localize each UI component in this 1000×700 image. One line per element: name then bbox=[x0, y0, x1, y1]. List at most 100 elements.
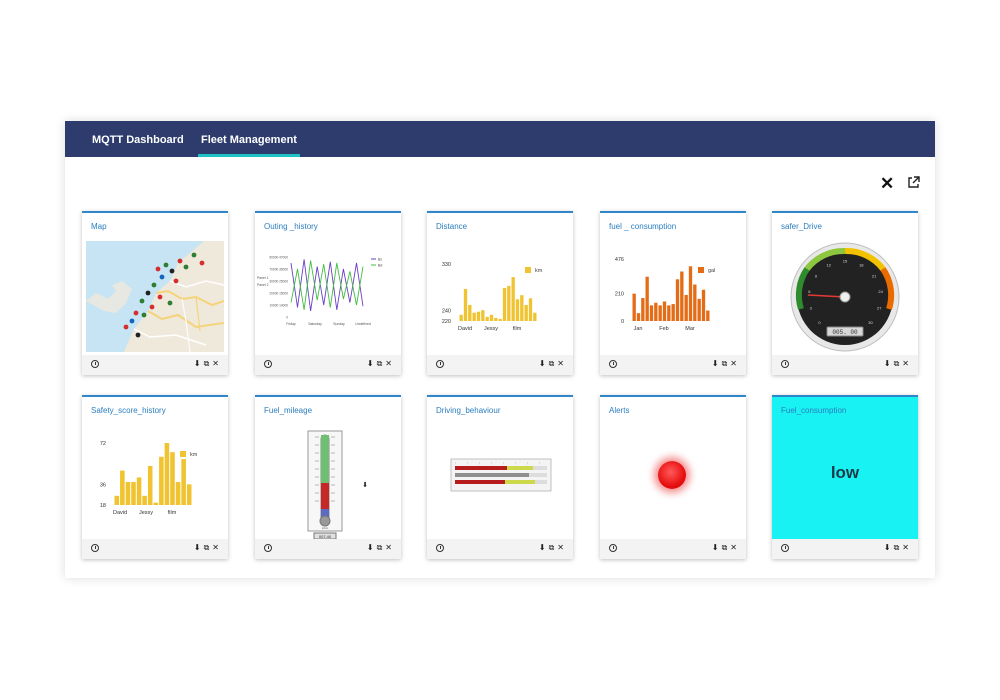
widget-actions[interactable]: ⬇⧉✕ bbox=[712, 543, 740, 553]
bar bbox=[671, 304, 675, 321]
widget-actions[interactable]: ⬇⧉✕ bbox=[194, 359, 222, 369]
close-icon[interactable]: ✕ bbox=[385, 359, 395, 368]
widget-distance: Distance km 330 240 220 David Jessy film ⬇⧉✕ bbox=[427, 211, 573, 375]
download-icon[interactable]: ⬇ bbox=[367, 359, 377, 368]
bar bbox=[181, 459, 186, 505]
clock-icon[interactable] bbox=[91, 544, 99, 552]
x-tick-label: David bbox=[113, 510, 127, 516]
bar bbox=[159, 456, 164, 505]
widget-actions[interactable]: ⬇⧉✕ bbox=[712, 359, 740, 369]
widget-actions[interactable]: ⬇⧉✕ bbox=[539, 359, 567, 369]
tab-mqtt-dashboard[interactable]: MQTT Dashboard bbox=[92, 121, 184, 157]
download-icon[interactable]: ⬇ bbox=[194, 359, 204, 368]
bar bbox=[667, 305, 671, 321]
bar bbox=[632, 293, 636, 321]
close-icon[interactable]: ✕ bbox=[902, 543, 912, 552]
bar bbox=[120, 470, 125, 505]
clock-icon[interactable] bbox=[264, 360, 272, 368]
x-tick-label: film bbox=[513, 326, 522, 332]
close-icon[interactable]: ✕ bbox=[212, 543, 222, 552]
widget-title: Fuel_mileage bbox=[264, 406, 313, 415]
external-link-icon[interactable]: ⧉ bbox=[204, 359, 213, 368]
download-icon[interactable]: ⬇ bbox=[194, 543, 204, 552]
external-link-icon[interactable]: ⧉ bbox=[549, 359, 558, 368]
widget-driving-behaviour: Driving_behaviour | | | | | | | | ⬇⧉✕ bbox=[427, 395, 573, 559]
close-icon[interactable]: ✕ bbox=[730, 543, 740, 552]
map-view[interactable] bbox=[86, 241, 224, 352]
y-side-label: Panel 1 bbox=[257, 276, 269, 280]
widget-safer-drive: safer_Drive 0 3 6 9 12 15 18 21 24 27 30 005. 00 ⬇… bbox=[772, 211, 918, 375]
external-link-icon[interactable]: ⧉ bbox=[722, 543, 731, 552]
bar bbox=[680, 271, 684, 321]
bar bbox=[524, 304, 528, 321]
close-icon[interactable]: ✕ bbox=[880, 175, 894, 192]
close-icon[interactable]: ✕ bbox=[385, 543, 395, 552]
close-icon[interactable]: ✕ bbox=[557, 359, 567, 368]
legend-label: Bd bbox=[378, 264, 382, 268]
widget-actions[interactable]: ⬇⧉✕ bbox=[194, 543, 222, 553]
bar bbox=[170, 452, 175, 505]
clock-icon[interactable] bbox=[781, 360, 789, 368]
close-icon[interactable]: ✕ bbox=[902, 359, 912, 368]
bar bbox=[175, 482, 181, 505]
widget-title: Driving_behaviour bbox=[436, 406, 501, 415]
widget-actions[interactable]: ⬇⧉✕ bbox=[884, 359, 912, 369]
widget-actions[interactable]: ⬇⧉✕ bbox=[884, 543, 912, 553]
bar bbox=[654, 302, 658, 321]
bar bbox=[688, 266, 693, 321]
clock-icon[interactable] bbox=[91, 360, 99, 368]
download-icon[interactable]: ⬇ bbox=[539, 359, 549, 368]
clock-icon[interactable] bbox=[781, 544, 789, 552]
download-icon[interactable]: ⬇ bbox=[539, 543, 549, 552]
bar bbox=[697, 298, 701, 321]
y-tick-label: 210 bbox=[615, 292, 624, 298]
download-icon[interactable]: ⬇ bbox=[712, 359, 722, 368]
bar bbox=[675, 279, 680, 321]
legend-swatch bbox=[525, 267, 531, 273]
download-icon[interactable]: ⬇ bbox=[712, 543, 722, 552]
external-link-icon[interactable]: ⧉ bbox=[377, 359, 386, 368]
x-tick-label: Sunday bbox=[333, 322, 345, 326]
legend-swatch bbox=[698, 267, 704, 273]
clock-icon[interactable] bbox=[609, 544, 617, 552]
y-tick-label: 220 bbox=[442, 319, 451, 325]
bar bbox=[147, 465, 153, 505]
external-link-icon[interactable]: ⧉ bbox=[204, 543, 213, 552]
bar bbox=[515, 299, 520, 321]
widget-footer: ⬇⧉✕ bbox=[427, 539, 573, 559]
external-link-icon[interactable]: ⧉ bbox=[894, 359, 903, 368]
widget-title: safer_Drive bbox=[781, 222, 822, 231]
bar bbox=[459, 314, 463, 321]
external-link-icon[interactable]: ⧉ bbox=[549, 543, 558, 552]
dial-label: 15 bbox=[843, 259, 848, 264]
close-icon[interactable]: ✕ bbox=[730, 359, 740, 368]
download-icon[interactable]: ⬇ bbox=[884, 359, 894, 368]
clock-icon[interactable] bbox=[609, 360, 617, 368]
y-side-label: Panel 2 bbox=[257, 283, 269, 287]
clock-icon[interactable] bbox=[436, 360, 444, 368]
widget-actions[interactable]: ⬇⧉✕ bbox=[367, 543, 395, 553]
external-link-icon[interactable]: ⧉ bbox=[894, 543, 903, 552]
clock-icon[interactable] bbox=[264, 544, 272, 552]
download-icon[interactable]: ⬇ bbox=[884, 543, 894, 552]
close-icon[interactable]: ✕ bbox=[557, 543, 567, 552]
widget-alerts: Alerts ⬇⧉✕ bbox=[600, 395, 746, 559]
widget-actions[interactable]: ⬇⧉✕ bbox=[539, 543, 567, 553]
widget-footer: ⬇⧉✕ bbox=[427, 355, 573, 375]
x-tick-label: Saturday bbox=[308, 322, 322, 326]
external-link-icon[interactable]: ⧉ bbox=[377, 543, 386, 552]
fuel-consumption-status: low bbox=[830, 463, 860, 482]
bar bbox=[684, 294, 688, 321]
bar bbox=[649, 305, 654, 321]
external-link-icon[interactable] bbox=[907, 176, 920, 189]
x-tick-label: Undefined bbox=[355, 322, 371, 326]
y-tick-label: 18 bbox=[100, 503, 106, 509]
external-link-icon[interactable]: ⧉ bbox=[722, 359, 731, 368]
close-icon[interactable]: ✕ bbox=[212, 359, 222, 368]
widget-title: Alerts bbox=[609, 406, 630, 415]
clock-icon[interactable] bbox=[436, 544, 444, 552]
download-icon[interactable]: ⬇ bbox=[367, 543, 377, 552]
tab-fleet-management[interactable]: Fleet Management bbox=[198, 121, 300, 157]
widget-actions[interactable]: ⬇⧉✕ bbox=[367, 359, 395, 369]
dial-label: 21 bbox=[872, 273, 877, 278]
